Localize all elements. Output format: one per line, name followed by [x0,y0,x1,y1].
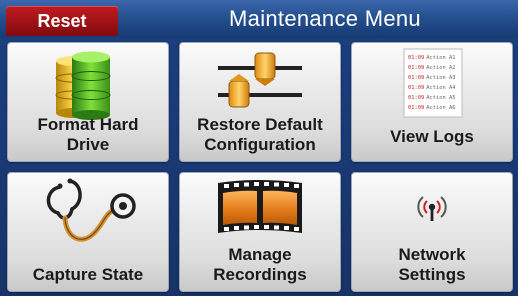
header-bar: Reset Maintenance Menu [0,0,518,38]
tile-label: Restore Default Configuration [197,115,323,154]
view-logs-button[interactable]: 01:09 Action A1 01:09 Action A2 01:09 Actio… [351,42,513,162]
tile-label: View Logs [390,127,474,146]
svg-text:01:09Action A4: 01:09 Action A4 [408,85,455,91]
reset-button[interactable]: Reset [6,6,118,36]
tile-label: Capture State [32,265,144,284]
menu-grid: Format Hard Drive Restore Default Config… [7,42,513,292]
format-hard-drive-button[interactable]: Format Hard Drive [7,42,169,162]
film-strip-icon [218,180,302,233]
wireless-antenna-icon [417,196,447,221]
restore-default-configuration-button[interactable]: Restore Default Configuration [179,42,341,162]
log-document-icon: 01:09 Action A1 01:09 Action A2 01:09 Actio… [403,48,463,118]
tile-label: Manage Recordings [213,245,307,284]
capture-state-button[interactable]: Capture State [7,172,169,292]
svg-text:01:09Action A3: 01:09 Action A3 [408,75,455,81]
database-icon [55,51,111,120]
manage-recordings-button[interactable]: Manage Recordings [179,172,341,292]
svg-text:01:09Action A6: 01:09 Action A6 [408,105,455,111]
svg-text:01:09Action A2: 01:09 Action A2 [408,65,455,71]
svg-text:01:09Action A1: 01:09 Action A1 [408,55,455,61]
page-title: Maintenance Menu [229,6,421,31]
tile-label: Network Settings [398,245,466,284]
svg-text:01:09Action A5: 01:09 Action A5 [408,95,455,101]
stethoscope-icon [46,178,136,242]
network-settings-button[interactable]: Network Settings [351,172,513,292]
tile-label: Format Hard Drive [37,115,139,154]
sliders-icon [218,52,302,108]
